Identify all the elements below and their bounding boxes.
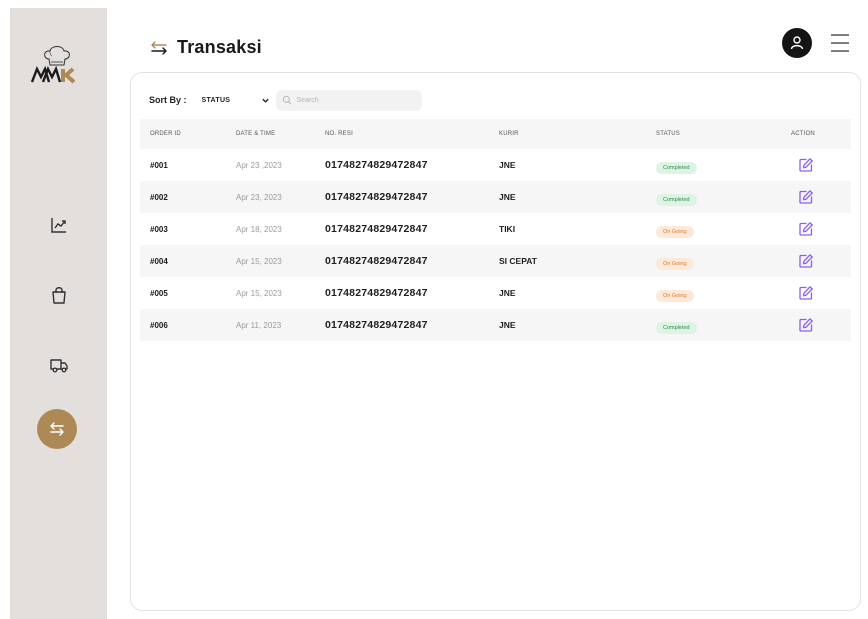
edit-icon	[799, 158, 813, 172]
shopping-bag-icon	[52, 287, 66, 304]
status-cell: On Going	[656, 220, 790, 238]
date-cell: Apr 15, 2023	[236, 256, 282, 266]
status-badge: Completed	[656, 194, 697, 206]
date-cell: Apr 23, 2023	[236, 192, 282, 202]
date-cell: Apr 18, 2023	[236, 224, 282, 234]
kurir-cell: JNE	[499, 192, 516, 202]
date-cell: Apr 23 ,2023	[236, 160, 282, 170]
chef-hat-logo-icon	[30, 46, 76, 84]
status-badge: On Going	[656, 258, 694, 270]
edit-button[interactable]	[798, 317, 814, 333]
column-header-date[interactable]: DATE & TIME	[236, 131, 325, 137]
resi-cell: 01748274829472847	[325, 319, 428, 331]
kurir-cell: TIKI	[499, 224, 516, 234]
transactions-table: ORDER ID DATE & TIME NO. RESI KURIR STAT…	[140, 119, 851, 341]
order-id-cell: #002	[150, 192, 168, 202]
sidebar-item-products[interactable]	[36, 272, 82, 318]
chevron-down-icon	[261, 98, 269, 103]
status-badge: On Going	[656, 290, 694, 302]
transactions-card: Sort By : STATUS ORDER ID DATE & TIME NO…	[130, 72, 861, 611]
edit-button[interactable]	[798, 189, 814, 205]
sidebar	[10, 8, 107, 619]
action-cell	[790, 221, 851, 237]
action-cell	[790, 317, 851, 333]
sort-selected-value: STATUS	[201, 96, 231, 104]
order-id-cell: #005	[150, 288, 168, 298]
delivery-truck-icon	[50, 359, 68, 373]
edit-button[interactable]	[798, 221, 814, 237]
transfer-arrows-icon	[50, 422, 64, 436]
chart-trend-icon	[51, 218, 66, 233]
resi-cell: 01748274829472847	[325, 191, 428, 203]
action-cell	[790, 189, 851, 205]
sort-label: Sort By :	[149, 95, 187, 105]
column-header-kurir[interactable]: KURIR	[499, 131, 656, 137]
order-id-cell: #003	[150, 224, 168, 234]
kurir-cell: JNE	[499, 320, 516, 330]
table-row[interactable]: #004 Apr 15, 2023 01748274829472847 SI C…	[140, 245, 851, 277]
edit-icon	[799, 286, 813, 300]
status-cell: Completed	[656, 316, 790, 334]
search-input[interactable]	[296, 96, 407, 104]
table-row[interactable]: #003 Apr 18, 2023 01748274829472847 TIKI…	[140, 213, 851, 245]
edit-icon	[799, 318, 813, 332]
table-header: ORDER ID DATE & TIME NO. RESI KURIR STAT…	[140, 119, 851, 149]
resi-cell: 01748274829472847	[325, 159, 428, 171]
column-header-resi[interactable]: NO. RESI	[325, 131, 499, 137]
app-root: Transaksi Sort By : STATUS Search ORDER …	[0, 0, 868, 619]
status-cell: On Going	[656, 284, 790, 302]
status-cell: Completed	[656, 188, 790, 206]
sort-toolbar: Sort By : STATUS	[149, 89, 422, 111]
user-profile-button[interactable]	[782, 28, 812, 58]
action-cell	[790, 253, 851, 269]
resi-cell: 01748274829472847	[325, 223, 428, 235]
order-id-cell: #006	[150, 320, 168, 330]
status-badge: Completed	[656, 162, 697, 174]
kurir-cell: SI CEPAT	[499, 256, 537, 266]
sidebar-item-transactions[interactable]	[37, 409, 77, 449]
search-icon	[282, 95, 291, 105]
kurir-cell: JNE	[499, 160, 516, 170]
table-body: #001 Apr 23 ,2023 01748274829472847 JNE …	[140, 149, 851, 341]
edit-icon	[799, 254, 813, 268]
page-title: Transaksi	[177, 37, 262, 57]
edit-icon	[799, 190, 813, 204]
edit-button[interactable]	[798, 157, 814, 173]
date-cell: Apr 15, 2023	[236, 288, 282, 298]
status-cell: Completed	[656, 156, 790, 174]
table-row[interactable]: #006 Apr 11, 2023 01748274829472847 JNE …	[140, 309, 851, 341]
hamburger-menu-button[interactable]	[829, 32, 851, 54]
transfer-arrows-icon	[151, 40, 167, 55]
page-header: Transaksi	[150, 37, 262, 58]
status-badge: Completed	[656, 322, 697, 334]
sidebar-item-shipping[interactable]	[36, 342, 82, 388]
edit-button[interactable]	[798, 253, 814, 269]
hamburger-menu-icon	[831, 34, 849, 52]
brand-logo[interactable]	[29, 37, 85, 93]
column-header-action: ACTION	[791, 131, 815, 137]
sort-select[interactable]: STATUS	[196, 90, 274, 110]
status-badge: On Going	[656, 226, 694, 238]
resi-cell: 01748274829472847	[325, 287, 428, 299]
column-header-order-id[interactable]: ORDER ID	[140, 131, 236, 137]
column-header-status[interactable]: STATUS	[656, 131, 790, 137]
table-row[interactable]: #005 Apr 15, 2023 01748274829472847 JNE …	[140, 277, 851, 309]
edit-icon	[799, 222, 813, 236]
date-cell: Apr 11, 2023	[236, 320, 282, 330]
status-cell: On Going	[656, 252, 790, 270]
edit-button[interactable]	[798, 285, 814, 301]
search-box[interactable]	[275, 89, 422, 111]
resi-cell: 01748274829472847	[325, 255, 428, 267]
action-cell	[790, 285, 851, 301]
table-row[interactable]: #002 Apr 23, 2023 01748274829472847 JNE …	[140, 181, 851, 213]
order-id-cell: #004	[150, 256, 168, 266]
kurir-cell: JNE	[499, 288, 516, 298]
action-cell	[790, 157, 851, 173]
table-row[interactable]: #001 Apr 23 ,2023 01748274829472847 JNE …	[140, 149, 851, 181]
order-id-cell: #001	[150, 160, 168, 170]
sidebar-item-analytics[interactable]	[36, 202, 82, 248]
user-avatar-icon	[790, 36, 804, 50]
